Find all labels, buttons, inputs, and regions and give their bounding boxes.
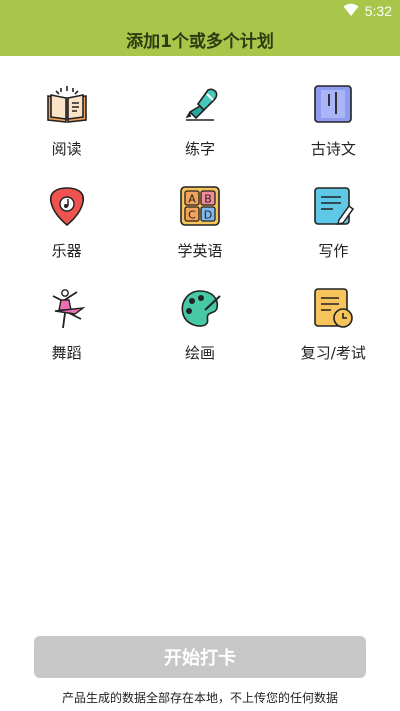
svg-text:A: A: [188, 193, 196, 206]
status-time: 5:32: [364, 3, 392, 19]
plan-item-calligraphy[interactable]: 练字: [133, 74, 266, 158]
guitar-pick-icon: [45, 184, 89, 228]
palette-icon: [178, 286, 222, 330]
privacy-note: 产品生成的数据全部存在本地，不上传您的任何数据: [61, 691, 338, 705]
svg-text:B: B: [204, 193, 212, 206]
plan-label: 学英语: [177, 242, 223, 260]
wifi-icon: [343, 2, 359, 21]
plan-item-instrument[interactable]: 乐器: [0, 176, 133, 260]
plan-label: 乐器: [51, 242, 82, 260]
page-title: 添加1个或多个计划: [126, 31, 274, 52]
svg-text:C: C: [188, 209, 196, 222]
status-indicators: 5:32: [343, 2, 392, 20]
plan-item-review-exam[interactable]: 复习/考试: [267, 278, 400, 362]
plan-label: 写作: [318, 242, 349, 260]
start-checkin-button[interactable]: 开始打卡: [34, 636, 366, 678]
exam-clock-icon: [311, 286, 355, 330]
plan-item-writing[interactable]: 写作: [267, 176, 400, 260]
writing-note-icon: [311, 184, 355, 228]
dancer-icon: [45, 286, 89, 330]
plan-item-english[interactable]: A B C D 学英语: [133, 176, 266, 260]
plan-label: 复习/考试: [300, 344, 366, 362]
svg-text:D: D: [204, 209, 212, 222]
scroll-icon: [311, 82, 355, 126]
status-bar: 5:32: [0, 0, 400, 22]
plan-label: 阅读: [51, 140, 82, 158]
pen-icon: [178, 82, 222, 126]
plan-grid: 阅读 练字 古诗文 乐器 A B C D 学英语 写作 舞蹈 绘画 复习/考试: [0, 74, 400, 362]
plan-item-dance[interactable]: 舞蹈: [0, 278, 133, 362]
plan-label: 舞蹈: [51, 344, 82, 362]
open-book-icon: [45, 82, 89, 126]
abcd-blocks-icon: A B C D: [178, 184, 222, 228]
plan-label: 绘画: [184, 344, 215, 362]
plan-item-classical-poetry[interactable]: 古诗文: [267, 74, 400, 158]
plan-label: 古诗文: [310, 140, 356, 158]
plan-label: 练字: [184, 140, 215, 158]
header: 添加1个或多个计划: [0, 22, 400, 56]
plan-item-reading[interactable]: 阅读: [0, 74, 133, 158]
plan-item-painting[interactable]: 绘画: [133, 278, 266, 362]
